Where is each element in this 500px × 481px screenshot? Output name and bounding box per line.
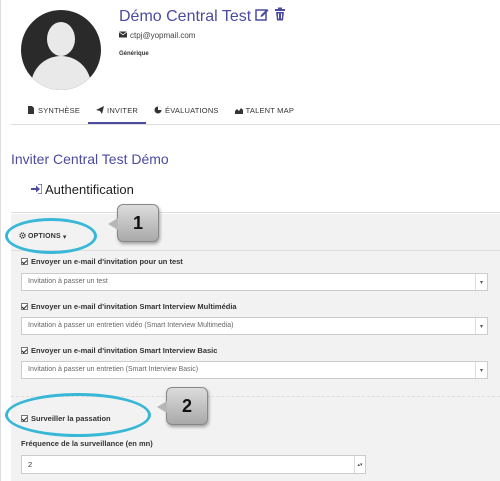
tab-talent-map[interactable]: TALENT MAP: [227, 101, 302, 124]
select-arrow-icon: ▾: [475, 274, 487, 290]
avatar: [21, 10, 101, 90]
select-arrow-icon: ▾: [475, 362, 487, 378]
authentication-label: Authentification: [45, 182, 134, 197]
tab-label: TALENT MAP: [245, 106, 295, 115]
tab-label: INVITER: [107, 106, 139, 115]
frequency-value: 2: [28, 460, 33, 469]
smart-interview-multimedia-template-select[interactable]: Invitation à passer un entretien vidéo (…: [21, 317, 488, 335]
tab-bar: SYNTHÈSE INVITER ÉVALUATIONS TALENT MAP: [19, 101, 302, 124]
test-invite-checkbox[interactable]: [21, 258, 28, 265]
callout-badge-1: 1: [108, 204, 159, 242]
frequency-label: Fréquence de la surveillance (en mn): [21, 439, 153, 448]
smart-interview-basic-checkbox[interactable]: [21, 347, 28, 354]
tab-evaluations[interactable]: ÉVALUATIONS: [146, 101, 227, 124]
option-label: Envoyer un e-mail d'invitation Smart Int…: [31, 346, 218, 355]
divider: [11, 124, 500, 125]
pie-chart-icon: [154, 106, 162, 116]
smart-interview-basic-template-select[interactable]: Invitation à passer un entretien (Smart …: [21, 361, 488, 379]
candidate-email: ctpj@yopmail.com: [130, 31, 196, 40]
tab-label: ÉVALUATIONS: [165, 106, 219, 115]
trash-icon[interactable]: [273, 7, 287, 26]
paper-plane-icon: [96, 106, 105, 116]
select-value: Invitation à passer un test: [28, 278, 108, 285]
callout-number: 2: [181, 395, 192, 416]
candidate-name: Démo Central Test: [119, 7, 252, 25]
option-test-invite[interactable]: Envoyer un e-mail d'invitation pour un t…: [21, 257, 183, 266]
authentication-link[interactable]: Authentification: [31, 182, 134, 197]
callout-number: 1: [132, 212, 143, 233]
divider: [11, 250, 500, 251]
option-label: Envoyer un e-mail d'invitation Smart Int…: [31, 302, 237, 311]
callout-badge-2: 2: [157, 387, 208, 425]
page-frame: Démo Central Test ctpj@yopmail.com Génér…: [0, 0, 500, 481]
test-invite-template-select[interactable]: Invitation à passer un test ▾: [21, 273, 488, 291]
select-value: Invitation à passer un entretien vidéo (…: [28, 322, 234, 329]
area-chart-icon: [234, 106, 243, 116]
email-row: ctpj@yopmail.com: [118, 31, 196, 40]
envelope-icon: [118, 31, 128, 40]
sign-in-icon: [31, 182, 43, 197]
tab-label: SYNTHÈSE: [38, 106, 81, 115]
callout-ring-2: [5, 393, 151, 437]
frequency-input[interactable]: 2 ▴▾: [21, 455, 366, 474]
divider: [11, 212, 500, 213]
edit-icon[interactable]: [255, 7, 269, 26]
candidate-type: Générique: [119, 51, 149, 57]
candidate-name-row: Démo Central Test: [119, 7, 287, 26]
option-smart-interview-basic[interactable]: Envoyer un e-mail d'invitation Smart Int…: [21, 346, 217, 355]
select-arrow-icon: ▾: [475, 318, 487, 334]
tab-inviter[interactable]: INVITER: [88, 101, 147, 124]
spinner-icon[interactable]: ▴▾: [354, 456, 365, 473]
option-label: Envoyer un e-mail d'invitation pour un t…: [31, 257, 183, 266]
tab-synthese[interactable]: SYNTHÈSE: [19, 101, 88, 124]
option-smart-interview-multimedia[interactable]: Envoyer un e-mail d'invitation Smart Int…: [21, 302, 237, 311]
select-value: Invitation à passer un entretien (Smart …: [28, 366, 199, 373]
callout-ring-1: [5, 218, 97, 254]
smart-interview-multimedia-checkbox[interactable]: [21, 303, 28, 310]
document-icon: [27, 106, 35, 116]
page-title: Inviter Central Test Démo: [11, 151, 169, 167]
